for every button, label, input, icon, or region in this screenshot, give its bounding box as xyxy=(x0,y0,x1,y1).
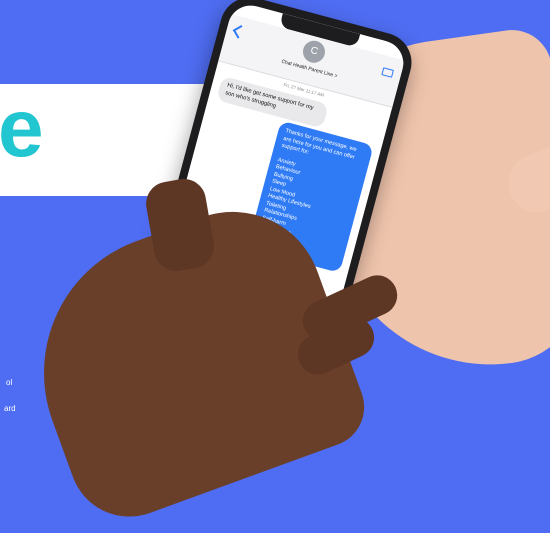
side-text-line-2: ard xyxy=(4,404,16,413)
contact-avatar[interactable]: C xyxy=(300,38,328,66)
side-text-line-1: ol xyxy=(6,378,13,387)
brand-text: e xyxy=(0,83,44,174)
back-chevron-icon[interactable] xyxy=(232,24,247,39)
right-thumb xyxy=(500,124,550,221)
